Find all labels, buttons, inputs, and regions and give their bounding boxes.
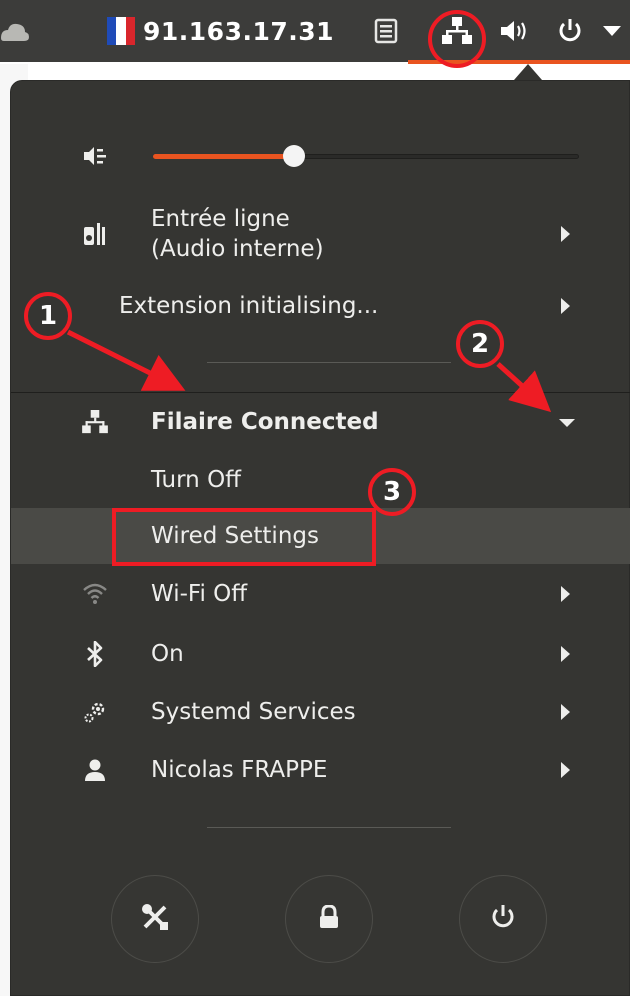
settings-button[interactable] xyxy=(111,875,199,963)
settings-icon xyxy=(140,902,170,936)
user-row[interactable]: Nicolas FRAPPE xyxy=(11,747,630,793)
annotation-badge-3: 3 xyxy=(368,468,416,516)
turn-off-item[interactable]: Turn Off xyxy=(11,457,630,503)
turn-off-label: Turn Off xyxy=(151,467,242,493)
power-off-button[interactable] xyxy=(459,875,547,963)
audio-input-line2: (Audio interne) xyxy=(151,236,324,262)
french-flag-icon[interactable] xyxy=(105,0,137,62)
speaker-volume-icon[interactable] xyxy=(496,0,532,62)
top-panel: 91.163.17.31 xyxy=(0,0,630,62)
section-divider xyxy=(11,392,630,393)
menu-pointer xyxy=(514,64,542,80)
wifi-row[interactable]: Wi-Fi Off xyxy=(11,571,630,617)
ip-address-indicator[interactable]: 91.163.17.31 xyxy=(143,0,334,62)
bluetooth-label: On xyxy=(151,641,184,667)
audio-input-label: Entrée ligne (Audio interne) xyxy=(151,204,324,264)
user-name-label: Nicolas FRAPPE xyxy=(151,757,328,783)
wifi-label: Wi-Fi Off xyxy=(151,581,248,607)
wired-connection-row[interactable]: Filaire Connected xyxy=(11,399,630,445)
bluetooth-icon xyxy=(81,640,109,668)
dropdown-arrow-icon[interactable] xyxy=(600,0,624,62)
wired-connection-label: Filaire Connected xyxy=(151,409,379,435)
menu-separator xyxy=(207,362,451,363)
submenu-arrow-icon xyxy=(561,704,570,720)
submenu-arrow-icon xyxy=(561,298,570,314)
cloud-icon[interactable] xyxy=(0,0,30,62)
network-wired-icon xyxy=(81,408,109,436)
bluetooth-row[interactable]: On xyxy=(11,631,630,677)
gears-icon xyxy=(81,698,109,726)
submenu-arrow-icon xyxy=(561,646,570,662)
annotation-circle-network xyxy=(428,10,486,68)
lock-icon xyxy=(318,904,340,933)
submenu-arrow-icon xyxy=(561,762,570,778)
wifi-icon xyxy=(81,580,109,608)
volume-slider-handle[interactable] xyxy=(283,145,305,167)
chevron-down-icon[interactable] xyxy=(559,419,575,427)
annotation-box-wired-settings xyxy=(112,508,376,566)
audio-device-icon xyxy=(81,220,109,248)
annotation-badge-1: 1 xyxy=(24,292,72,340)
menu-separator xyxy=(207,827,451,828)
document-icon[interactable] xyxy=(372,0,400,62)
extension-row[interactable]: Extension initialising... xyxy=(11,283,630,329)
systemd-services-label: Systemd Services xyxy=(151,699,356,725)
extension-label: Extension initialising... xyxy=(119,293,379,319)
lock-button[interactable] xyxy=(285,875,373,963)
audio-input-line1: Entrée ligne xyxy=(151,206,290,232)
audio-input-icon xyxy=(81,142,109,170)
audio-input-volume-row xyxy=(11,136,630,176)
submenu-arrow-icon xyxy=(561,226,570,242)
submenu-arrow-icon xyxy=(561,586,570,602)
user-icon xyxy=(81,756,109,784)
audio-input-device-row[interactable]: Entrée ligne (Audio interne) xyxy=(11,199,630,269)
systemd-services-row[interactable]: Systemd Services xyxy=(11,689,630,735)
volume-slider-fill xyxy=(153,154,294,159)
power-icon xyxy=(490,904,516,934)
power-icon[interactable] xyxy=(552,0,588,62)
annotation-badge-2: 2 xyxy=(456,320,504,368)
